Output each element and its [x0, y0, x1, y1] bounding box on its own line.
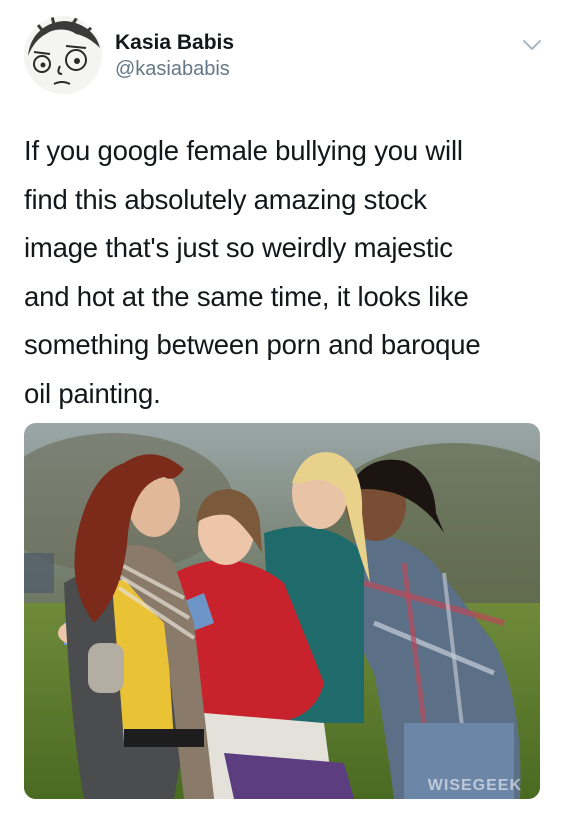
tweet-text: If you google female bullying you will f… [24, 135, 481, 409]
chevron-down-icon[interactable] [522, 38, 542, 52]
watermark: WISEGEEK [427, 777, 522, 794]
author-info: Kasia Babis @kasiababis [115, 30, 234, 82]
author-handle[interactable]: @kasiababis [115, 56, 234, 82]
avatar[interactable] [24, 16, 102, 94]
tweet: Kasia Babis @kasiababis If you google fe… [0, 0, 564, 815]
cartoon-face-avatar-icon [24, 16, 102, 94]
stock-photo-image [24, 423, 540, 799]
tweet-photo[interactable]: WISEGEEK [24, 423, 540, 799]
tweet-header: Kasia Babis @kasiababis [24, 16, 544, 96]
author-display-name[interactable]: Kasia Babis [115, 30, 234, 56]
